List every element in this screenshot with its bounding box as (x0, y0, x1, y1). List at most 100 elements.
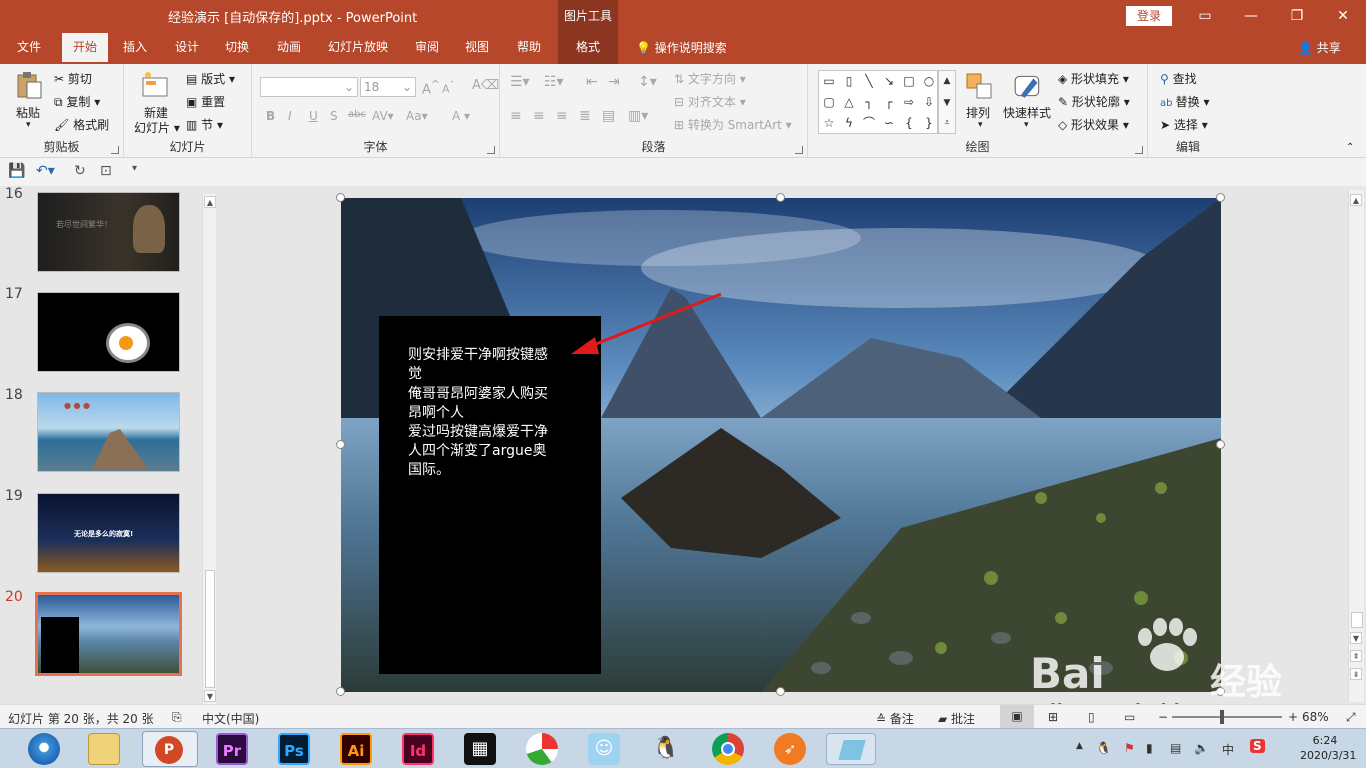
powerpoint-taskbar-button[interactable]: P (142, 731, 198, 767)
resize-handle-bottom-left[interactable] (336, 687, 345, 696)
paragraph-launcher-icon[interactable] (795, 146, 803, 154)
illustrator-icon[interactable]: Ai (340, 733, 372, 765)
slideshow-icon[interactable]: ▭ (1124, 710, 1135, 724)
cut-button[interactable]: ✂ 剪切 (54, 70, 92, 87)
collapse-ribbon-icon[interactable]: ⌃ (1346, 142, 1354, 153)
tab-format[interactable]: 格式 (558, 33, 618, 64)
notepad-taskbar-button[interactable] (826, 733, 876, 765)
quick-styles-button[interactable]: 快速样式 (1003, 104, 1051, 121)
drawing-launcher-icon[interactable] (1135, 146, 1143, 154)
customize-qat-icon[interactable]: ▾ (132, 163, 137, 174)
layout-button[interactable]: ▤ 版式 ▾ (186, 70, 235, 87)
format-painter-button[interactable]: 🖌 格式刷 (54, 116, 109, 133)
line-shape-icon[interactable]: ╲ (861, 73, 877, 89)
qq-icon[interactable]: 🐧 (650, 733, 682, 765)
resize-handle-top-right[interactable] (1216, 193, 1225, 202)
shapes-gallery[interactable]: ▭ ▯ ╲ ↘ □ ○ ▢ △ ┐ ┌ ⇨ ⇩ ☆ ϟ ⌒ ∽ { } (818, 70, 938, 134)
tab-home[interactable]: 开始 (62, 33, 108, 64)
start-from-beginning-icon[interactable]: ⊡ (100, 163, 112, 179)
indesign-icon[interactable]: Id (402, 733, 434, 765)
qq-tray-icon[interactable]: 🐧 (1096, 741, 1111, 755)
thumbnail-scroll-down-icon[interactable]: ▼ (204, 690, 216, 702)
tab-file[interactable]: 文件 (8, 33, 50, 64)
undo-icon[interactable]: ↶▾ (36, 163, 55, 179)
ribbon-display-icon[interactable]: ▭ (1188, 4, 1222, 28)
line-spacing-icon[interactable]: ↕▾ (638, 74, 657, 90)
resize-handle-right[interactable] (1216, 440, 1225, 449)
editor-scroll-down-icon[interactable]: ▼ (1350, 632, 1362, 644)
replace-button[interactable]: ab 替换 ▾ (1160, 93, 1210, 110)
select-button[interactable]: ➤ 选择 ▾ (1160, 116, 1208, 133)
comments-button[interactable]: ▰ 批注 (938, 710, 975, 727)
redo-icon[interactable]: ↻ (74, 163, 86, 179)
shapes-up-icon[interactable]: ▲ (939, 73, 955, 89)
resize-handle-top[interactable] (776, 193, 785, 202)
video-editor-icon[interactable]: ▦ (464, 733, 496, 765)
elbow-arrow-shape-icon[interactable]: ┌ (881, 94, 897, 110)
chrome-icon[interactable] (712, 733, 744, 765)
resize-handle-top-left[interactable] (336, 193, 345, 202)
chat-app-icon[interactable]: ☺ (588, 733, 620, 765)
align-center-icon[interactable]: ≡ (533, 108, 545, 124)
thumbnail-slide-17[interactable] (37, 292, 180, 372)
browser-icon[interactable]: ➶ (774, 733, 806, 765)
grow-font-button[interactable]: A^ (422, 78, 440, 97)
next-slide-icon[interactable]: ⇟ (1350, 668, 1362, 680)
shadow-button[interactable]: S (330, 109, 338, 123)
triangle-shape-icon[interactable]: △ (841, 94, 857, 110)
elbow-connector-shape-icon[interactable]: ┐ (861, 94, 877, 110)
restore-icon[interactable]: ❐ (1280, 4, 1314, 28)
copy-button[interactable]: ⧉ 复制 ▾ (54, 93, 100, 110)
tell-me-search[interactable]: 💡 操作说明搜索 (636, 33, 727, 64)
security-tray-icon[interactable]: ⚑ (1124, 741, 1135, 755)
thumbnail-scroll-thumb[interactable] (205, 570, 215, 688)
current-slide[interactable]: 则安排爱干净啊按键感 觉 俺哥哥昂阿婆家人购买 昂啊个人 爱过吗按键高爆爱干净 … (341, 198, 1221, 692)
change-case-button[interactable]: Aa▾ (406, 109, 428, 123)
font-size-combo[interactable]: 18 ⌄ (360, 77, 416, 97)
slide-text-box[interactable]: 则安排爱干净啊按键感 觉 俺哥哥昂阿婆家人购买 昂啊个人 爱过吗按键高爆爱干净 … (379, 316, 601, 674)
notes-button[interactable]: ≙ 备注 (876, 710, 914, 727)
new-slide-button[interactable]: 幻灯片 ▾ (134, 119, 180, 136)
underline-button[interactable]: U (309, 109, 318, 123)
shapes-scroll[interactable]: ▲ ▼ ⩡ (938, 70, 956, 134)
resize-handle-bottom[interactable] (776, 687, 785, 696)
arrange-dropdown-icon[interactable]: ▾ (978, 120, 983, 130)
shapes-more-icon[interactable]: ⩡ (939, 115, 955, 131)
fit-slide-icon[interactable]: ⤢ (1346, 710, 1356, 725)
paste-button[interactable]: 粘贴 (16, 104, 40, 121)
zoom-slider[interactable] (1172, 710, 1282, 724)
curve-shape-icon[interactable]: ∽ (881, 115, 897, 131)
lightning-shape-icon[interactable]: ϟ (841, 115, 857, 131)
sogou-input-icon[interactable]: S (1250, 739, 1265, 753)
justify-icon[interactable]: ≣ (579, 108, 591, 124)
right-arrow-shape-icon[interactable]: ⇨ (901, 94, 917, 110)
align-text-button[interactable]: ⊟ 对齐文本 ▾ (674, 93, 746, 110)
shape-effects-button[interactable]: ◇ 形状效果 ▾ (1058, 116, 1129, 133)
slide-sorter-icon[interactable]: ⊞ (1048, 710, 1058, 724)
increase-indent-icon[interactable]: ⇥ (608, 74, 620, 90)
tab-view[interactable]: 视图 (456, 33, 498, 64)
tab-animations[interactable]: 动画 (268, 33, 310, 64)
share-button[interactable]: 👤 共享 (1298, 33, 1341, 64)
align-left-icon[interactable]: ≡ (510, 108, 522, 124)
oval-shape-icon[interactable]: ○ (921, 73, 937, 89)
text-direction-button[interactable]: ⇅ 文字方向 ▾ (674, 70, 746, 87)
italic-button[interactable]: I (288, 109, 292, 123)
zoom-slider-thumb[interactable] (1220, 710, 1224, 724)
battery-tray-icon[interactable]: ▮ (1146, 741, 1153, 755)
tab-transitions[interactable]: 切换 (216, 33, 258, 64)
network-tray-icon[interactable]: ▤ (1170, 741, 1181, 755)
arrange-button[interactable]: 排列 (966, 104, 990, 121)
thumbnail-scrollbar[interactable]: ▲ ▼ (202, 194, 216, 704)
ime-indicator[interactable]: 中 (1222, 741, 1234, 758)
textbox-shape-icon[interactable]: ▭ (821, 73, 837, 89)
font-name-combo[interactable]: ⌄ (260, 77, 358, 97)
numbering-icon[interactable]: ☷▾ (544, 74, 564, 90)
bold-button[interactable]: B (266, 109, 275, 123)
premiere-icon[interactable]: Pr (216, 733, 248, 765)
tab-slideshow[interactable]: 幻灯片放映 (320, 33, 396, 64)
tab-review[interactable]: 审阅 (406, 33, 448, 64)
find-button[interactable]: ⚲ 查找 (1160, 70, 1197, 87)
font-launcher-icon[interactable] (487, 146, 495, 154)
bullets-icon[interactable]: ☰▾ (510, 74, 530, 90)
